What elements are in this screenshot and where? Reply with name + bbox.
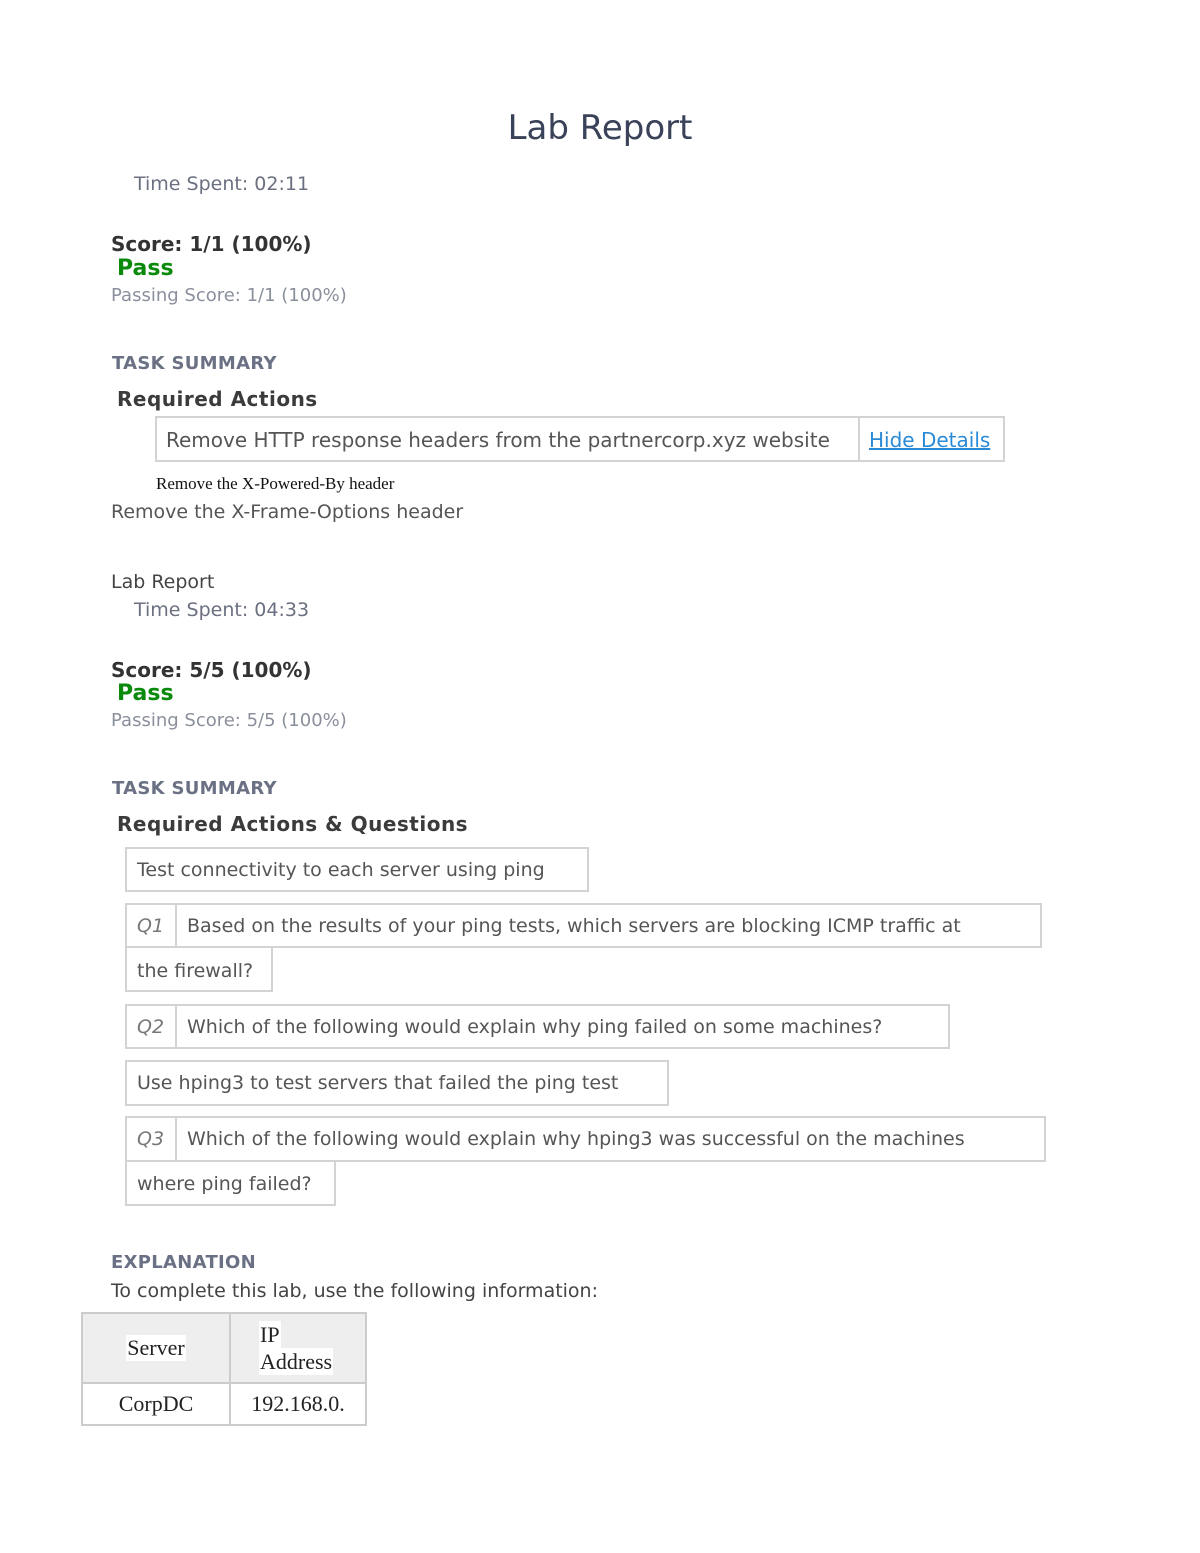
pass-status: Pass xyxy=(117,256,174,281)
question-text: Which of the following would explain why… xyxy=(187,1128,965,1150)
question-text: Based on the results of your ping tests,… xyxy=(187,915,961,937)
table-header-row: Server IP Address xyxy=(81,1312,367,1384)
action-row: Remove HTTP response headers from the pa… xyxy=(155,416,860,462)
page-title: Lab Report xyxy=(507,108,693,148)
time-spent: Time Spent: 04:33 xyxy=(134,599,310,621)
task-summary-heading: TASK SUMMARY xyxy=(112,353,277,374)
action-row: Test connectivity to each server using p… xyxy=(125,847,589,892)
detail-item: Remove the X-Frame-Options header xyxy=(111,501,464,523)
question-label: Q3 xyxy=(137,1128,165,1150)
header-server: Server xyxy=(81,1312,231,1384)
score: Score: 5/5 (100%) xyxy=(111,658,312,682)
action-text: Use hping3 to test servers that failed t… xyxy=(137,1072,619,1094)
question-text: the firewall? xyxy=(137,960,254,982)
question-row: Which of the following would explain why… xyxy=(175,1004,950,1049)
required-actions-questions-heading: Required Actions & Questions xyxy=(117,812,469,836)
cell-ip: 192.168.0. xyxy=(229,1382,367,1426)
cell-server: CorpDC xyxy=(81,1382,231,1426)
question-row-continued: the firewall? xyxy=(125,946,273,992)
question-row-continued: where ping failed? xyxy=(125,1160,336,1206)
question-label: Q2 xyxy=(137,1016,165,1038)
hide-details-link[interactable]: Hide Details xyxy=(869,428,990,452)
time-spent: Time Spent: 02:11 xyxy=(134,173,310,195)
required-actions-heading: Required Actions xyxy=(117,387,318,411)
score: Score: 1/1 (100%) xyxy=(111,232,312,256)
question-text: Which of the following would explain why… xyxy=(187,1016,883,1038)
explanation-text: To complete this lab, use the following … xyxy=(111,1280,599,1302)
question-label-cell: Q1 xyxy=(125,903,177,948)
question-label-cell: Q3 xyxy=(125,1116,177,1162)
header-ip-address: IP Address xyxy=(229,1312,367,1384)
report-title: Lab Report xyxy=(111,571,215,593)
table-row: CorpDC 192.168.0. xyxy=(81,1382,367,1426)
question-row: Which of the following would explain why… xyxy=(175,1116,1046,1162)
task-summary-heading: TASK SUMMARY xyxy=(112,778,277,799)
question-row: Based on the results of your ping tests,… xyxy=(175,903,1042,948)
question-label: Q1 xyxy=(137,915,165,937)
detail-item: Remove the X-Powered-By header xyxy=(156,474,395,493)
pass-status: Pass xyxy=(117,681,174,706)
server-info-table: Server IP Address CorpDC 192.168.0. xyxy=(81,1312,367,1426)
toggle-cell: Hide Details xyxy=(858,416,1005,462)
action-text: Test connectivity to each server using p… xyxy=(137,859,545,881)
action-row: Use hping3 to test servers that failed t… xyxy=(125,1060,669,1106)
action-text: Remove HTTP response headers from the pa… xyxy=(166,428,830,452)
passing-score: Passing Score: 1/1 (100%) xyxy=(111,285,347,306)
passing-score: Passing Score: 5/5 (100%) xyxy=(111,710,347,731)
explanation-heading: EXPLANATION xyxy=(111,1252,257,1273)
question-label-cell: Q2 xyxy=(125,1004,177,1049)
question-text: where ping failed? xyxy=(137,1173,312,1195)
